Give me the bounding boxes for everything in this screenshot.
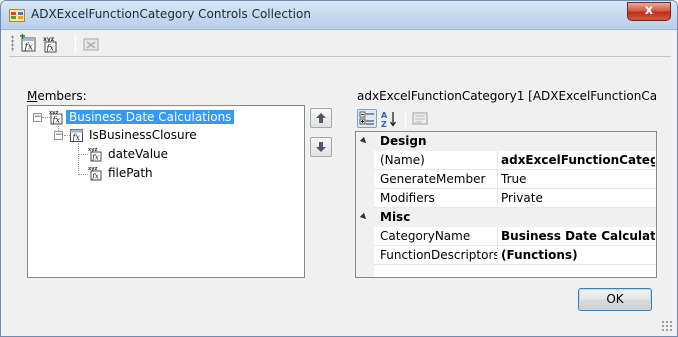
tree-node-label: IsBusinessClosure: [89, 128, 197, 142]
svg-text:Z: Z: [381, 120, 387, 128]
svg-text:fx: fx: [24, 43, 33, 53]
tree-node-label: Business Date Calculations: [66, 110, 235, 124]
alphabetical-button[interactable]: A Z: [379, 109, 399, 129]
tree-connector: [78, 174, 88, 175]
category-row-misc[interactable]: Misc: [356, 208, 656, 227]
members-label: Members:: [27, 89, 87, 103]
function-category-icon: xyz fx: [49, 110, 63, 125]
property-pages-button[interactable]: [410, 109, 430, 128]
property-value[interactable]: (Functions): [501, 246, 655, 265]
collapse-toggle[interactable]: −: [54, 131, 63, 140]
toolbar-separator: [405, 110, 406, 128]
toolbar-grip[interactable]: [11, 35, 14, 52]
tree-node-category[interactable]: Business Date Calculations: [66, 108, 235, 126]
svg-text:fx: fx: [46, 44, 55, 53]
property-row[interactable]: (Name) adxExcelFunctionCategory1: [356, 151, 656, 170]
property-value[interactable]: Private: [501, 189, 655, 208]
tree-node-parameter[interactable]: dateValue: [105, 145, 171, 163]
resize-grip[interactable]: [661, 320, 673, 332]
arrow-down-icon: [316, 142, 326, 152]
delete-button[interactable]: [81, 34, 101, 54]
tree-node-parameter[interactable]: filePath: [105, 164, 156, 182]
arrow-up-icon: [316, 113, 326, 123]
alphabetical-sort-icon: A Z: [381, 111, 397, 129]
collection-toolbar: fx xyz fx: [9, 31, 671, 57]
category-label: Misc: [380, 210, 411, 224]
window-title: ADXExcelFunctionCategory Controls Collec…: [31, 7, 311, 21]
ok-button[interactable]: OK: [578, 288, 652, 311]
parameter-icon: xyz fx: [88, 147, 102, 162]
collapse-triangle-icon[interactable]: [359, 136, 369, 146]
toolbar-separator: [75, 35, 76, 53]
property-name: Modifiers: [380, 191, 435, 205]
property-row[interactable]: GenerateMember True: [356, 170, 656, 189]
property-value[interactable]: True: [501, 170, 655, 189]
property-row[interactable]: CategoryName Business Date Calculations: [356, 227, 656, 246]
members-tree[interactable]: − xyz fx Business Date Calculations − fx…: [27, 105, 305, 278]
category-label: Design: [380, 134, 427, 148]
property-row[interactable]: Modifiers Private: [356, 189, 656, 208]
property-name: (Name): [380, 153, 425, 167]
property-pages-icon: [412, 112, 428, 125]
tree-connector: [78, 143, 79, 175]
categorized-button[interactable]: [357, 109, 377, 128]
property-name: CategoryName: [380, 229, 471, 243]
close-icon: x: [644, 3, 654, 18]
collapse-triangle-icon[interactable]: [359, 212, 369, 222]
property-name: FunctionDescriptors: [380, 248, 498, 262]
svg-text:fx: fx: [72, 133, 81, 142]
property-grid[interactable]: Design (Name) adxExcelFunctionCategory1 …: [355, 131, 657, 278]
property-grid-title: adxExcelFunctionCategory1 [ADXExcelFunct…: [357, 89, 657, 103]
dialog-window: ADXExcelFunctionCategory Controls Collec…: [0, 0, 678, 337]
tree-node-label: dateValue: [108, 147, 169, 161]
move-down-button[interactable]: [310, 137, 332, 157]
function-icon: fx: [70, 129, 83, 142]
parameter-icon: xyz fx: [88, 166, 102, 181]
add-function-category-icon: fx: [20, 34, 36, 53]
add-parameter-icon: xyz fx: [43, 36, 57, 53]
categorized-icon: [359, 111, 374, 125]
add-parameter-button[interactable]: xyz fx: [41, 34, 61, 54]
delete-icon: [83, 38, 99, 51]
svg-text:fx: fx: [52, 116, 61, 125]
category-row-design[interactable]: Design: [356, 132, 656, 151]
tree-connector: [78, 154, 88, 155]
property-row[interactable]: FunctionDescriptors (Functions): [356, 246, 656, 265]
collapse-toggle[interactable]: −: [33, 113, 42, 122]
property-value[interactable]: Business Date Calculations: [501, 227, 655, 246]
add-function-category-button[interactable]: fx: [19, 34, 39, 54]
svg-text:A: A: [381, 111, 388, 120]
app-icon: [9, 9, 25, 22]
svg-text:fx: fx: [91, 154, 99, 162]
property-value[interactable]: adxExcelFunctionCategory1: [501, 151, 655, 170]
property-grid-toolbar: A Z: [357, 108, 657, 130]
tree-node-label: filePath: [108, 166, 153, 180]
tree-node-function[interactable]: IsBusinessClosure: [86, 126, 200, 144]
close-button[interactable]: x: [627, 2, 671, 21]
title-bar[interactable]: ADXExcelFunctionCategory Controls Collec…: [1, 1, 677, 30]
property-name: GenerateMember: [380, 172, 486, 186]
move-up-button[interactable]: [310, 108, 332, 128]
svg-text:fx: fx: [91, 173, 99, 181]
